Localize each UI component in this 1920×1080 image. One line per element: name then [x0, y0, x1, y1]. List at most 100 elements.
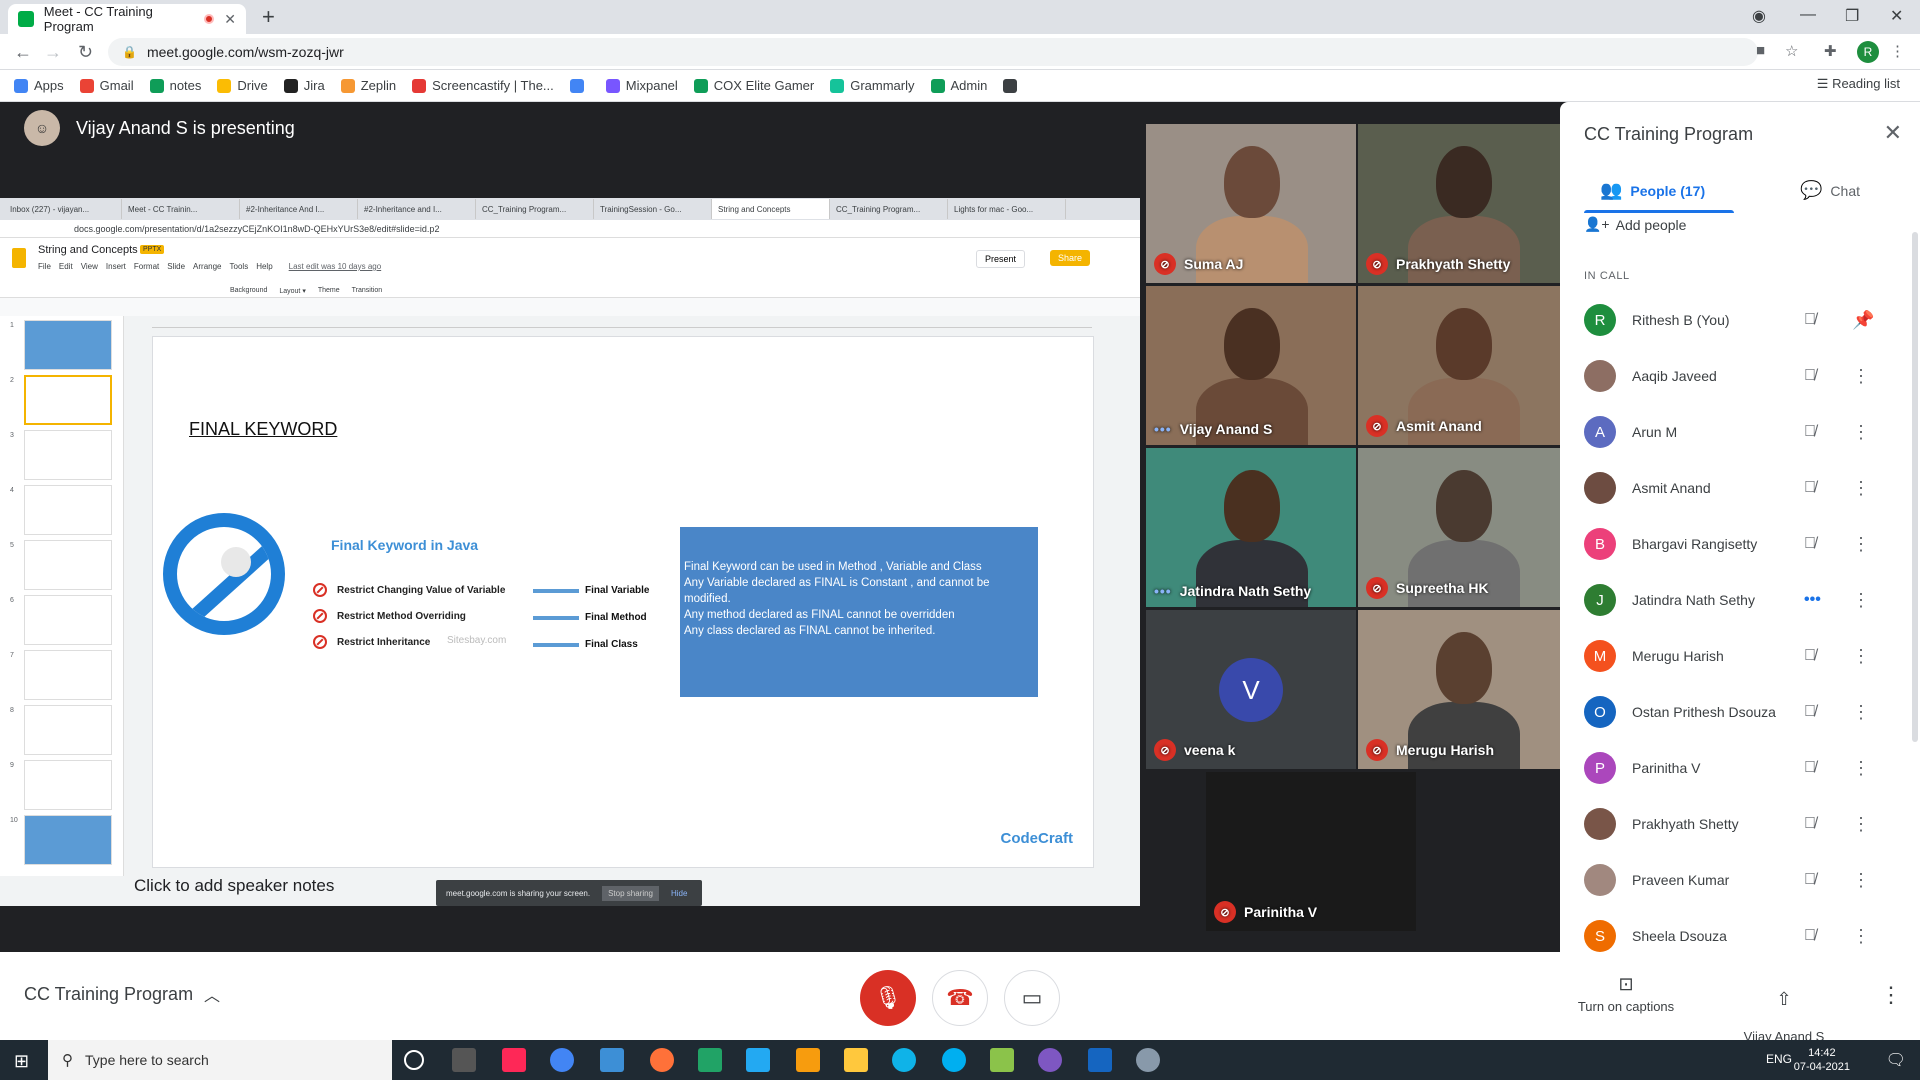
notifications-icon[interactable]: 🗨	[1886, 1050, 1906, 1070]
more-actions-icon[interactable]: ⋮	[1852, 870, 1870, 891]
chrome-icon[interactable]	[550, 1048, 574, 1072]
windows-start-icon[interactable]: ⊞	[14, 1051, 29, 1072]
bookmark-star-icon[interactable]: ☆	[1785, 42, 1798, 60]
bookmark-item[interactable]: Screencastify | The...	[412, 78, 554, 93]
mic-muted-icon[interactable]: 🎙̸	[1804, 647, 1816, 665]
language-indicator[interactable]: ENG	[1766, 1052, 1792, 1066]
omnibox[interactable]: 🔒 meet.google.com/wsm-zozq-jwr	[108, 38, 1758, 66]
profile-avatar[interactable]: R	[1857, 41, 1879, 63]
reading-list-button[interactable]: ☰ Reading list	[1817, 76, 1900, 92]
restore-button[interactable]: ❐	[1845, 6, 1859, 26]
gitkraken-icon[interactable]	[698, 1048, 722, 1072]
camera-toggle-button[interactable]: ▭	[1004, 970, 1060, 1026]
reload-button[interactable]: ↻	[78, 42, 93, 63]
meeting-name[interactable]: CC Training Program	[24, 984, 193, 1005]
close-panel-icon[interactable]: ✕	[1884, 120, 1902, 146]
mic-muted-icon[interactable]: 🎙̸	[1804, 759, 1816, 777]
back-button[interactable]: ←	[14, 42, 32, 63]
mic-muted-icon[interactable]: 🎙̸	[1804, 815, 1816, 833]
participant-row[interactable]: Aaqib Javeed 🎙̸ ⋮	[1560, 348, 1910, 404]
bookmark-item[interactable]: COX Elite Gamer	[693, 78, 814, 93]
clock[interactable]: 14:42 07-04-2021	[1794, 1046, 1850, 1074]
settings-app-icon[interactable]	[1136, 1048, 1160, 1072]
bookmark-item[interactable]: Jira	[283, 78, 325, 93]
file-explorer-icon[interactable]	[844, 1048, 868, 1072]
edge-icon[interactable]	[892, 1048, 916, 1072]
mic-muted-icon[interactable]: 🎙̸	[1804, 423, 1816, 441]
lock-icon[interactable]: 🔒	[122, 45, 137, 59]
participant-row[interactable]: M Merugu Harish 🎙̸ ⋮	[1560, 628, 1910, 684]
tab-people[interactable]: 👥 People (17)	[1600, 180, 1705, 201]
participant-row[interactable]: P Parinitha V 🎙̸ ⋮	[1560, 740, 1910, 796]
extensions-icon[interactable]: ✚	[1824, 42, 1837, 60]
captions-button[interactable]: ⊡ Turn on captions	[1566, 974, 1686, 1014]
pin-icon[interactable]: 📌	[1852, 310, 1874, 331]
video-tile[interactable]: ⊘ Supreetha HK	[1358, 448, 1568, 607]
video-tile[interactable]: ⊘ Asmit Anand	[1358, 286, 1568, 445]
mic-muted-icon[interactable]: 🎙̸	[1804, 703, 1816, 721]
skype-icon[interactable]	[942, 1048, 966, 1072]
bookmark-item[interactable]: Grammarly	[830, 78, 915, 93]
chevron-up-icon[interactable]: ︿	[204, 982, 220, 1006]
camera-icon[interactable]: ■	[1756, 42, 1765, 59]
video-tile[interactable]: ⊘ Suma AJ	[1146, 124, 1356, 283]
mic-muted-icon[interactable]: 🎙̸	[1804, 871, 1816, 889]
add-people-button[interactable]: 👤+ Add people	[1584, 216, 1686, 233]
close-tab-icon[interactable]: ✕	[224, 11, 236, 28]
video-tile[interactable]: ⊘ Prakhyath Shetty	[1358, 124, 1568, 283]
more-actions-icon[interactable]: ⋮	[1852, 590, 1870, 611]
taskbar-search[interactable]: ⚲ Type here to search	[48, 1040, 392, 1080]
video-tile[interactable]: V ⊘ veena k	[1146, 610, 1356, 769]
mic-muted-icon[interactable]: 🎙̸	[1804, 535, 1816, 553]
vscode-icon[interactable]	[746, 1048, 770, 1072]
participant-row[interactable]: J Jatindra Nath Sethy ••• ⋮	[1560, 572, 1910, 628]
vscode-alt-icon[interactable]	[600, 1048, 624, 1072]
app-icon[interactable]	[1038, 1048, 1062, 1072]
participant-row[interactable]: Praveen Kumar 🎙̸ ⋮	[1560, 852, 1910, 908]
more-actions-icon[interactable]: ⋮	[1852, 926, 1870, 947]
close-window-button[interactable]: ✕	[1890, 6, 1903, 26]
shared-screen[interactable]: Inbox (227) - vijayan... Meet - CC Traini…	[0, 198, 1140, 906]
participant-row[interactable]: O Ostan Prithesh Dsouza 🎙̸ ⋮	[1560, 684, 1910, 740]
microphone-toggle-button[interactable]: 🎙	[860, 970, 916, 1026]
notepad-icon[interactable]	[990, 1048, 1014, 1072]
browser-menu-icon[interactable]: ⋮	[1890, 42, 1905, 60]
task-view-icon[interactable]	[452, 1048, 476, 1072]
forward-button[interactable]: →	[44, 42, 62, 63]
more-actions-icon[interactable]: ⋮	[1852, 366, 1870, 387]
browser-tab-meet[interactable]: Meet - CC Training Program ✕	[8, 4, 246, 34]
bookmark-item[interactable]: Drive	[217, 78, 268, 93]
mic-muted-icon[interactable]: 🎙̸	[1804, 367, 1816, 385]
participant-row[interactable]: Prakhyath Shetty 🎙̸ ⋮	[1560, 796, 1910, 852]
bookmark-item[interactable]	[1003, 78, 1023, 93]
more-options-icon[interactable]: ⋮	[1880, 982, 1902, 1008]
more-actions-icon[interactable]: ⋮	[1852, 814, 1870, 835]
mic-muted-icon[interactable]: 🎙̸	[1804, 479, 1816, 497]
mic-muted-icon[interactable]: 🎙̸	[1804, 927, 1816, 945]
bookmark-item[interactable]: Mixpanel	[605, 78, 678, 93]
video-tile[interactable]: ⊘ Parinitha V	[1206, 772, 1416, 931]
participant-row[interactable]: A Arun M 🎙̸ ⋮	[1560, 404, 1910, 460]
leave-call-button[interactable]: ☎	[932, 970, 988, 1026]
video-tile[interactable]: ••• Jatindra Nath Sethy	[1146, 448, 1356, 607]
bookmark-item[interactable]: Admin	[930, 78, 987, 93]
more-actions-icon[interactable]: ⋮	[1852, 478, 1870, 499]
panel-scrollbar[interactable]	[1912, 232, 1918, 742]
video-tile[interactable]: ⊘ Merugu Harish	[1358, 610, 1568, 769]
participant-row[interactable]: Asmit Anand 🎙̸ ⋮	[1560, 460, 1910, 516]
more-actions-icon[interactable]: ⋮	[1852, 702, 1870, 723]
minimize-button[interactable]: —	[1800, 6, 1816, 24]
tab-search-icon[interactable]: ◉	[1752, 6, 1766, 26]
sublime-icon[interactable]	[796, 1048, 820, 1072]
mic-muted-icon[interactable]: 🎙̸	[1804, 311, 1816, 329]
more-actions-icon[interactable]: ⋮	[1852, 422, 1870, 443]
bookmark-item[interactable]: notes	[149, 78, 201, 93]
cortana-icon[interactable]	[404, 1050, 424, 1070]
more-actions-icon[interactable]: ⋮	[1852, 758, 1870, 779]
wave-app-icon[interactable]	[1088, 1048, 1112, 1072]
more-actions-icon[interactable]: ⋮	[1852, 646, 1870, 667]
firefox-icon[interactable]	[650, 1048, 674, 1072]
bookmark-item[interactable]: Apps	[14, 78, 64, 93]
intellij-icon[interactable]	[502, 1048, 526, 1072]
participant-row[interactable]: R Rithesh B (You) 🎙̸ 📌	[1560, 292, 1910, 348]
